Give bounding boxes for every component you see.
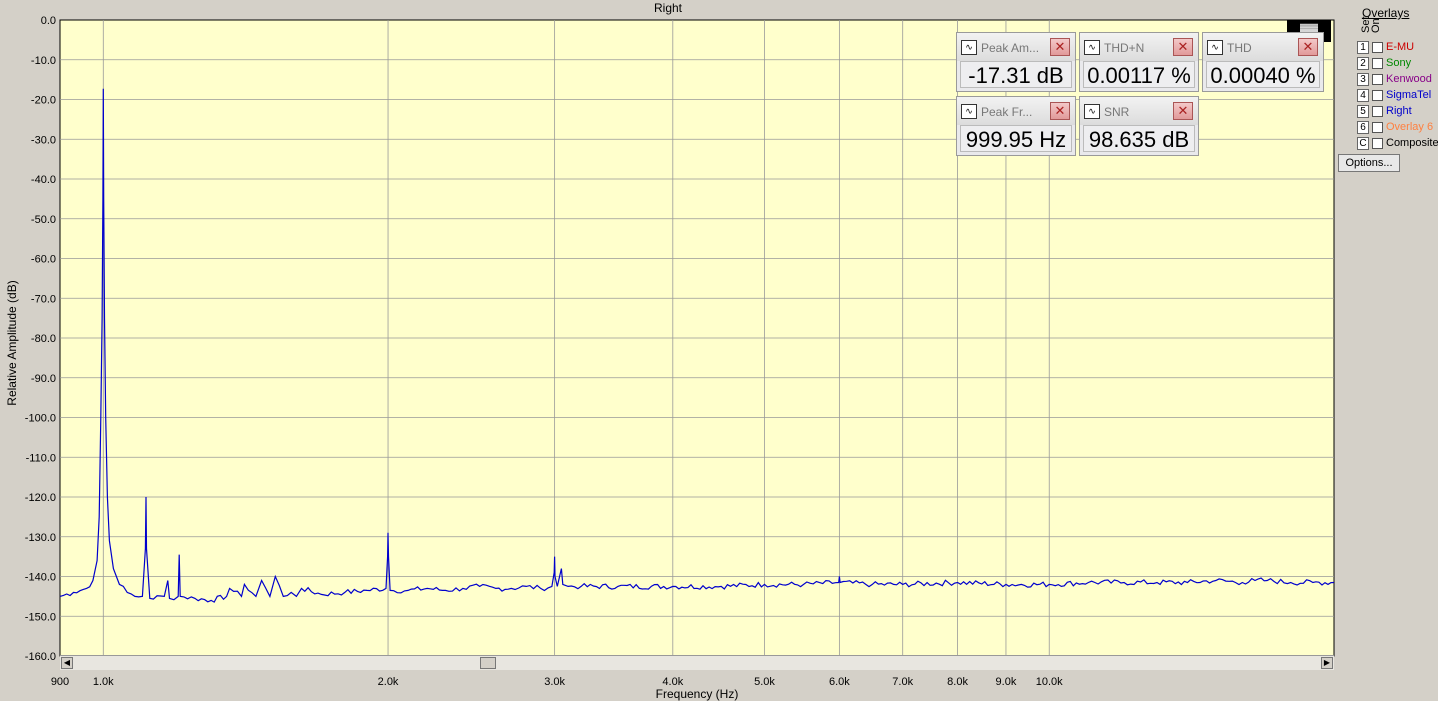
meter-value: 0.00040 % <box>1206 61 1320 88</box>
y-tick-label: -150.0 <box>25 611 56 623</box>
meter-peak-amplitude[interactable]: ∿ Peak Am... ✕ -17.31 dB <box>956 32 1076 92</box>
y-tick-label: -110.0 <box>26 452 56 464</box>
meter-name: THD+N <box>1104 41 1145 55</box>
chart-title: Right <box>653 1 682 15</box>
y-tick-label: -20.0 <box>31 95 56 107</box>
y-tick-label: -140.0 <box>25 572 56 584</box>
overlay-checkbox[interactable] <box>1372 138 1383 149</box>
overlay-checkbox[interactable] <box>1372 42 1383 53</box>
overlay-checkbox[interactable] <box>1372 74 1383 85</box>
overlay-set-button[interactable]: 1 <box>1357 41 1369 54</box>
meter-value: 98.635 dB <box>1083 125 1195 152</box>
overlay-row[interactable]: 4 SigmaTel <box>1338 88 1438 104</box>
x-axis-label: Frequency (Hz) <box>655 687 739 701</box>
overlay-panel: Overlays Set On 1 E-MU 2 Sony 3 Kenwood 4 Sigma… <box>1338 0 1438 701</box>
overlay-set-button[interactable]: 4 <box>1357 89 1369 102</box>
close-icon[interactable]: ✕ <box>1050 38 1070 56</box>
scroll-thumb[interactable] <box>480 657 496 669</box>
options-button[interactable]: Options... <box>1338 154 1400 172</box>
meter-snr[interactable]: ∿ SNR ✕ 98.635 dB <box>1079 96 1199 156</box>
overlay-row[interactable]: C Composite <box>1338 136 1438 152</box>
y-tick-label: -40.0 <box>31 174 56 186</box>
overlay-set-button[interactable]: 3 <box>1357 73 1369 86</box>
on-column-label: On <box>1370 18 1382 33</box>
overlay-name: SigmaTel <box>1386 89 1432 101</box>
x-scrollbar[interactable]: ◀ ▶ <box>60 655 1334 670</box>
overlay-set-button[interactable]: C <box>1357 137 1369 150</box>
overlay-set-button[interactable]: 6 <box>1357 121 1369 134</box>
chart: 0.0 -10.0 -20.0 -30.0 -40.0 -50.0 -60.0 -70.0 -8… <box>25 15 1335 688</box>
waveform-icon: ∿ <box>961 40 977 55</box>
overlay-row[interactable]: 1 E-MU <box>1338 40 1438 56</box>
meter-thd[interactable]: ∿ THD ✕ 0.00040 % <box>1202 32 1324 92</box>
overlay-checkbox[interactable] <box>1372 90 1383 101</box>
overlay-name: Sony <box>1386 57 1412 69</box>
overlay-row[interactable]: 3 Kenwood <box>1338 72 1438 88</box>
overlay-name: Right <box>1386 105 1412 117</box>
meter-value: 0.00117 % <box>1083 61 1195 88</box>
close-icon[interactable]: ✕ <box>1173 102 1193 120</box>
waveform-icon: ∿ <box>1084 104 1100 119</box>
y-tick-label: -90.0 <box>31 373 56 385</box>
meter-peak-frequency[interactable]: ∿ Peak Fr... ✕ 999.95 Hz <box>956 96 1076 156</box>
overlay-name: E-MU <box>1386 41 1415 53</box>
close-icon[interactable]: ✕ <box>1298 38 1318 56</box>
y-tick-label: -80.0 <box>31 333 56 345</box>
scroll-left-button[interactable]: ◀ <box>61 657 73 669</box>
waveform-icon: ∿ <box>1207 40 1223 55</box>
overlay-row[interactable]: 6 Overlay 6 <box>1338 120 1438 136</box>
overlay-set-button[interactable]: 2 <box>1357 57 1369 70</box>
y-tick-label: -50.0 <box>31 214 56 226</box>
y-axis-label: Relative Amplitude (dB) <box>5 280 19 406</box>
close-icon[interactable]: ✕ <box>1173 38 1193 56</box>
y-tick-label: -130.0 <box>25 532 56 544</box>
overlay-row[interactable]: 5 Right <box>1338 104 1438 120</box>
y-tick-label: 0.0 <box>41 15 56 27</box>
overlay-name: Composite <box>1386 137 1438 149</box>
meter-name: THD <box>1227 41 1252 55</box>
y-tick-label: -10.0 <box>31 55 56 67</box>
overlay-set-button[interactable]: 5 <box>1357 105 1369 118</box>
y-tick-label: -60.0 <box>31 254 56 266</box>
y-tick-label: -160.0 <box>25 651 56 663</box>
meter-name: SNR <box>1104 105 1130 119</box>
y-tick-label: -120.0 <box>25 492 56 504</box>
y-ticks: 0.0 -10.0 -20.0 -30.0 -40.0 -50.0 -60.0 -70.0 -8… <box>25 15 56 663</box>
scroll-right-button[interactable]: ▶ <box>1321 657 1333 669</box>
overlay-name: Kenwood <box>1386 73 1432 85</box>
y-tick-label: -70.0 <box>31 293 56 305</box>
meter-thd-n[interactable]: ∿ THD+N ✕ 0.00117 % <box>1079 32 1199 92</box>
overlay-checkbox[interactable] <box>1372 122 1383 133</box>
y-tick-label: -30.0 <box>31 134 56 146</box>
meter-value: 999.95 Hz <box>960 125 1072 152</box>
waveform-icon: ∿ <box>1084 40 1100 55</box>
waveform-icon: ∿ <box>961 104 977 119</box>
meter-name: Peak Fr... <box>981 105 1033 119</box>
close-icon[interactable]: ✕ <box>1050 102 1070 120</box>
overlay-checkbox[interactable] <box>1372 106 1383 117</box>
meter-name: Peak Am... <box>981 41 1040 55</box>
overlay-checkbox[interactable] <box>1372 58 1383 69</box>
overlay-name: Overlay 6 <box>1386 121 1434 133</box>
overlay-row[interactable]: 2 Sony <box>1338 56 1438 72</box>
y-tick-label: -100.0 <box>25 413 56 425</box>
meter-value: -17.31 dB <box>960 61 1072 88</box>
